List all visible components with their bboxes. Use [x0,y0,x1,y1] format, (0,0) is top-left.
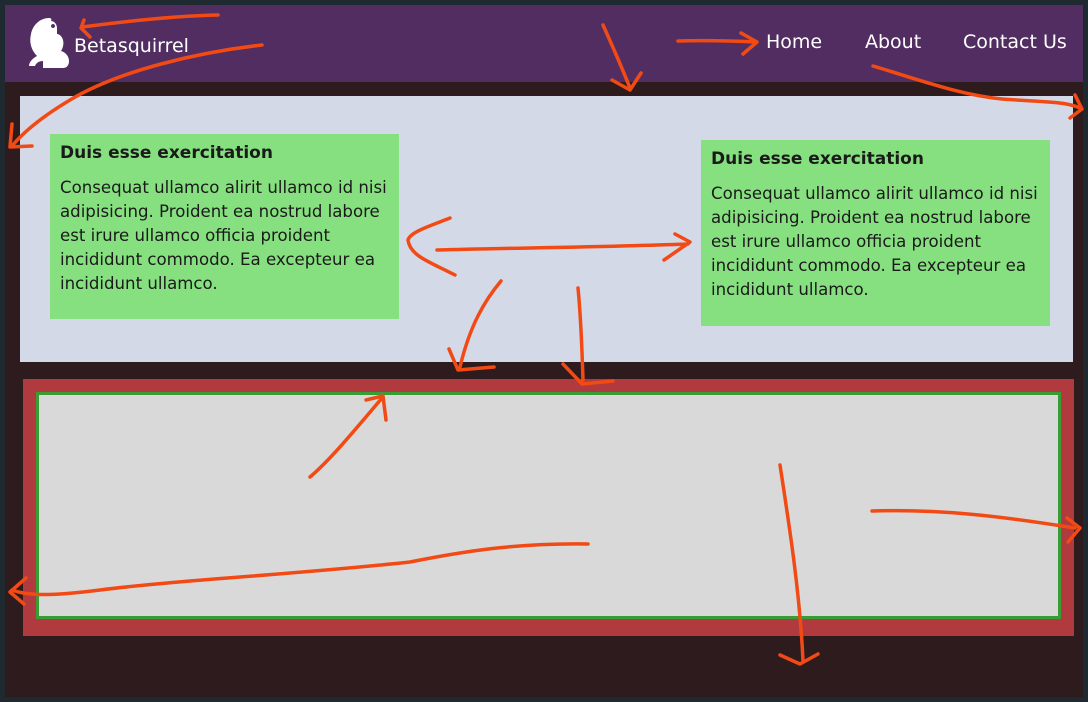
navbar: Betasquirrel Home About Contact Us [5,5,1083,82]
card-body: Consequat ullamco alirit ullamco id nisi… [711,184,1038,299]
card-left: Duis esse exercitation Consequat ullamco… [50,134,399,319]
card-right: Duis esse exercitation Consequat ullamco… [701,140,1050,326]
card-title: Duis esse exercitation [711,149,924,169]
content-section: Duis esse exercitation Consequat ullamco… [20,96,1073,362]
nav-link-home[interactable]: Home [766,29,822,55]
brand-name[interactable]: Betasquirrel [74,33,189,59]
nav-link-contact[interactable]: Contact Us [963,29,1067,55]
card-title: Duis esse exercitation [60,143,273,163]
card-body: Consequat ullamco alirit ullamco id nisi… [60,178,387,293]
squirrel-logo-icon[interactable] [19,14,71,72]
lower-section-inner [36,392,1061,619]
nav-link-about[interactable]: About [865,29,921,55]
